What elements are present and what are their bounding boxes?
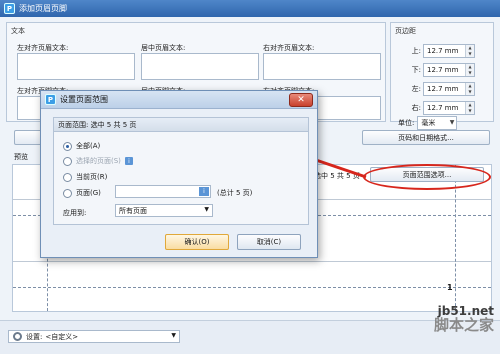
cancel-button[interactable]: 取消(C) bbox=[237, 234, 301, 250]
ok-button[interactable]: 确认(O) bbox=[165, 234, 229, 250]
page-range-dialog: P 设置页面范围 ✕ 页面范围: 选中 5 共 5 页 全部(A) 选择的页面(… bbox=[40, 90, 318, 258]
option-selected[interactable]: 选择的页面(S) i bbox=[63, 156, 133, 166]
chevron-down-icon: ▼ bbox=[171, 332, 176, 339]
gear-icon bbox=[13, 332, 22, 341]
option-pages[interactable]: 页面(G) bbox=[63, 188, 101, 198]
apply-to-select[interactable]: 所有页面 ▼ bbox=[115, 204, 213, 217]
chevron-down-icon: ▼ bbox=[204, 206, 209, 213]
option-current-label: 当前页(R) bbox=[76, 173, 108, 181]
option-pages-label: 页面(G) bbox=[76, 189, 101, 197]
arrow-shaft bbox=[309, 156, 367, 179]
radio-current[interactable] bbox=[63, 172, 72, 182]
settings-select[interactable]: 设置: <自定义> ▼ bbox=[8, 330, 180, 343]
settings-value: <自定义> bbox=[45, 332, 79, 341]
watermark: jb51.net 脚本之家 bbox=[433, 304, 494, 334]
apply-to-value: 所有页面 bbox=[119, 206, 147, 215]
option-selected-label: 选择的页面(S) bbox=[76, 157, 121, 165]
option-all[interactable]: 全部(A) bbox=[63, 141, 100, 151]
dialog-title: 设置页面范围 bbox=[60, 95, 108, 104]
radio-selected[interactable] bbox=[63, 156, 72, 166]
app-icon: P bbox=[45, 94, 56, 105]
option-all-label: 全部(A) bbox=[76, 142, 101, 150]
page-range-header: 页面范围: 选中 5 共 5 页 bbox=[54, 118, 308, 132]
option-current[interactable]: 当前页(R) bbox=[63, 172, 107, 182]
pages-input[interactable] bbox=[115, 185, 211, 198]
settings-label: 设置: bbox=[26, 332, 43, 341]
close-icon[interactable]: ✕ bbox=[289, 93, 313, 107]
total-pages: (总计 5 页) bbox=[217, 189, 253, 197]
apply-to-label: 应用到: bbox=[63, 209, 87, 217]
radio-all[interactable] bbox=[63, 141, 72, 151]
radio-pages[interactable] bbox=[63, 188, 72, 198]
dialog-titlebar: P 设置页面范围 ✕ bbox=[41, 91, 317, 109]
watermark-line2: 脚本之家 bbox=[433, 316, 494, 334]
info-icon: i bbox=[124, 157, 133, 165]
info-icon[interactable]: i bbox=[199, 187, 209, 196]
